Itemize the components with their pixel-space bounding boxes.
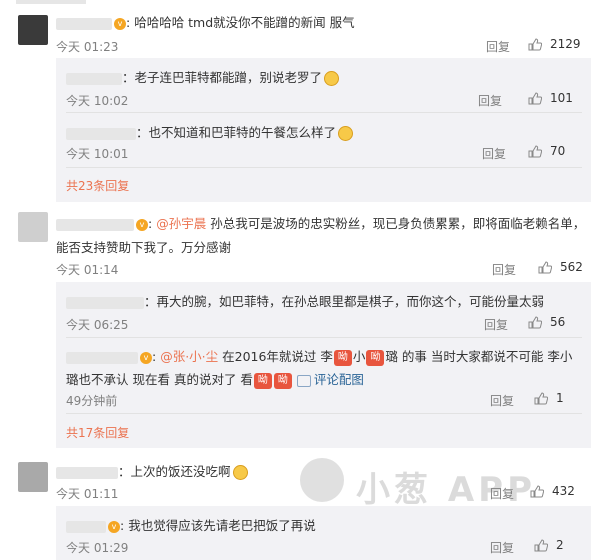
like-count: 2 [556, 538, 564, 552]
reply-text: ：也不知道和巴菲特的午餐怎么样了 [66, 122, 354, 141]
username[interactable] [56, 466, 118, 479]
top-partial-name [16, 0, 86, 4]
like-button[interactable]: 432 [530, 484, 575, 498]
like-button[interactable]: 2 [534, 538, 564, 552]
like-count: 56 [550, 315, 566, 329]
sticker-icon: 呦 [253, 372, 272, 389]
comment-text: v: @孙宇晨 孙总我可是波场的忠实粉丝，现已身负债累累，即将面临老赖名单， [56, 213, 585, 232]
reply-time: 今天 10:01 [66, 147, 129, 161]
like-button[interactable]: 101 [528, 91, 573, 105]
like-count: 1 [556, 391, 564, 405]
reply-text: v: 我也觉得应该先请老巴把饭了再说 [66, 515, 316, 534]
emoji-icon [338, 126, 354, 141]
thumbs-up-icon [538, 261, 552, 274]
like-button[interactable]: 562 [538, 260, 583, 274]
reply-button[interactable]: 回复 [478, 92, 502, 109]
reply-text-line2: 璐也不承认 现在看 真的说对了 看呦呦 评论配图 [66, 372, 364, 389]
username[interactable] [66, 351, 138, 364]
comment-text-line2: 能否支持赞助下我了。万分感谢 [56, 240, 232, 255]
verified-badge-icon: v [136, 218, 148, 231]
divider [66, 413, 582, 414]
comment-time: 今天 01:14 [56, 263, 119, 277]
reply-time: 今天 10:02 [66, 94, 129, 108]
comment-time: 今天 01:23 [56, 40, 119, 54]
reply-time: 今天 06:25 [66, 318, 129, 332]
like-count: 2129 [550, 37, 581, 51]
thumbs-up-icon [534, 539, 548, 552]
avatar[interactable] [18, 15, 48, 45]
reply-button[interactable]: 回复 [482, 145, 506, 162]
sticker-icon: 呦 [273, 372, 292, 389]
like-count: 562 [560, 260, 583, 274]
comment-image-link[interactable]: 评论配图 [314, 372, 364, 387]
divider [66, 337, 582, 338]
thumbs-up-icon [530, 485, 544, 498]
sticker-icon: 呦 [333, 349, 352, 366]
thumbs-up-icon [534, 392, 548, 405]
avatar[interactable] [18, 462, 48, 492]
like-count: 70 [550, 144, 566, 158]
sticker-icon: 呦 [366, 349, 385, 366]
image-icon [296, 374, 311, 387]
avatar[interactable] [18, 212, 48, 242]
reply-text: ：老子连巴菲特都能蹭，别说老罗了 [66, 67, 340, 86]
username[interactable] [66, 72, 122, 85]
comment-time: 今天 01:11 [56, 487, 119, 501]
username[interactable] [66, 127, 136, 140]
like-button[interactable]: 1 [534, 391, 564, 405]
username[interactable] [66, 296, 144, 309]
verified-badge-icon: v [140, 351, 152, 364]
verified-badge-icon: v [108, 520, 120, 533]
username[interactable] [56, 218, 134, 231]
reply-text: v: @张·小·尘 在2016年就说过 李呦小呦璐 的事 当时大家都说不可能 李… [66, 346, 572, 366]
comment-text: v: 哈哈哈哈 tmd就没你不能蹭的新闻 服气 [56, 12, 355, 31]
comment-text: ：上次的饭还没吃啊 [56, 461, 248, 480]
like-button[interactable]: 56 [528, 315, 565, 329]
reply-button[interactable]: 回复 [492, 261, 516, 278]
thumbs-up-icon [528, 38, 542, 51]
reply-time: 今天 01:29 [66, 541, 129, 555]
watermark-logo-icon [300, 458, 344, 502]
reply-text: ：再大的腕，如巴菲特，在孙总眼里都是棋子，而你这个，可能份量太弱 [66, 291, 544, 310]
like-button[interactable]: 2129 [528, 37, 581, 51]
username[interactable] [56, 17, 112, 30]
like-count: 101 [550, 91, 573, 105]
divider [66, 167, 582, 168]
reply-button[interactable]: 回复 [486, 38, 510, 55]
username[interactable] [66, 520, 106, 533]
reply-button[interactable]: 回复 [490, 539, 514, 556]
verified-badge-icon: v [114, 17, 126, 30]
thumbs-up-icon [528, 92, 542, 105]
emoji-icon [232, 465, 248, 480]
mention-link[interactable]: @孙宇晨 [156, 216, 206, 231]
reply-time: 49分钟前 [66, 394, 118, 408]
mention-link[interactable]: @张·小·尘 [160, 349, 218, 364]
thumbs-up-icon [528, 316, 542, 329]
more-replies-link[interactable]: 共23条回复 [66, 177, 129, 194]
like-count: 432 [552, 484, 575, 498]
divider [66, 112, 582, 113]
reply-button[interactable]: 回复 [490, 485, 514, 502]
reply-button[interactable]: 回复 [484, 316, 508, 333]
reply-button[interactable]: 回复 [490, 392, 514, 409]
more-replies-link[interactable]: 共17条回复 [66, 424, 129, 441]
thumbs-up-icon [528, 145, 542, 158]
emoji-icon [324, 71, 340, 86]
like-button[interactable]: 70 [528, 144, 565, 158]
